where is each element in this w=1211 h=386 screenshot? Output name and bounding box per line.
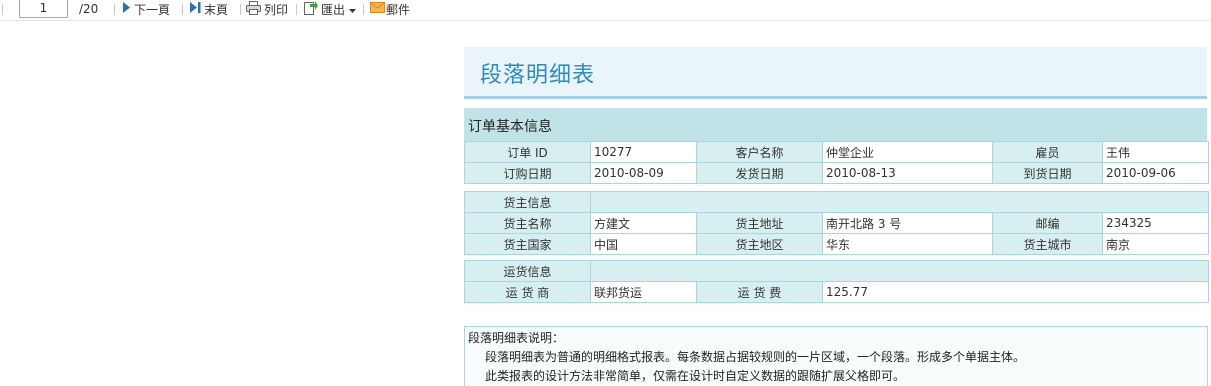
freight-fee-label: 运 货 费 (696, 281, 823, 303)
section-title: 订单基本信息 (468, 119, 552, 135)
report-header: 段落明细表 (464, 47, 1207, 99)
next-page-button[interactable]: 下一頁 (122, 0, 170, 18)
table-row: 订购日期 2010-08-09 发货日期 2010-08-13 到货日期 201… (464, 162, 1209, 184)
report-toolbar: 1 /20 下一頁 末頁 列印 匯出 郵件 (0, 0, 1211, 21)
freight-heading-filler (589, 260, 1210, 282)
page-number-input[interactable]: 1 (19, 0, 68, 18)
export-dropdown-button[interactable]: 匯出 (304, 0, 357, 18)
toolbar-separator (2, 4, 3, 15)
shipper-city-value: 南京 (1101, 233, 1210, 255)
ship-date-label: 发货日期 (696, 162, 823, 184)
last-page-button[interactable]: 末頁 (189, 0, 228, 18)
shipper-city-label: 货主城市 (992, 233, 1103, 255)
shipper-heading: 货主信息 (464, 191, 591, 213)
report-title: 段落明细表 (480, 63, 596, 88)
order-id-value: 10277 (590, 141, 697, 163)
export-label: 匯出 (321, 2, 346, 17)
shipper-info-table: 货主信息 货主名称 方建文 货主地址 南开北路 3 号 邮编 234325 货主… (464, 191, 1210, 255)
carrier-value: 联邦货运 (590, 281, 697, 303)
next-arrow-icon (122, 2, 131, 16)
table-row: 货主国家 中国 货主地区 华东 货主城市 南京 (464, 233, 1210, 255)
freight-info-table: 运货信息 运 货 商 联邦货运 运 货 费 125.77 (464, 260, 1210, 303)
freight-fee-value: 125.77 (821, 281, 1210, 303)
table-row: 运 货 商 联邦货运 运 货 费 125.77 (464, 281, 1210, 303)
carrier-label: 运 货 商 (464, 281, 591, 303)
toolbar-separator (296, 4, 297, 15)
table-row: 运货信息 (464, 260, 1210, 282)
notes-line: 此类报表的设计方法非常简单，仅需在设计时自定义数据的跟随扩展父格即可。 (485, 369, 906, 383)
last-page-label: 末頁 (204, 2, 229, 17)
mail-button[interactable]: 郵件 (370, 0, 410, 18)
toolbar-separator (363, 4, 364, 15)
next-page-label: 下一頁 (134, 2, 171, 17)
toolbar-separator (182, 4, 183, 15)
table-row: 订单 ID 10277 客户名称 仲堂企业 雇员 王伟 (464, 141, 1209, 163)
ship-date-value: 2010-08-13 (822, 162, 993, 184)
export-icon (304, 0, 318, 18)
employee-value: 王伟 (1102, 141, 1209, 163)
table-row: 货主信息 (464, 191, 1210, 213)
chevron-down-icon (349, 2, 357, 16)
arrival-date-label: 到货日期 (992, 162, 1103, 184)
shipper-region-value: 华东 (822, 233, 993, 255)
freight-heading: 运货信息 (464, 260, 591, 282)
toolbar-separator (114, 4, 115, 15)
shipper-region-label: 货主地区 (696, 233, 823, 255)
employee-label: 雇员 (992, 141, 1103, 163)
mail-label: 郵件 (386, 2, 411, 17)
printer-icon (246, 0, 261, 18)
order-date-label: 订购日期 (464, 162, 591, 184)
shipper-country-label: 货主国家 (464, 233, 591, 255)
shipper-address-label: 货主地址 (696, 212, 823, 234)
order-id-label: 订单 ID (464, 141, 591, 163)
mail-icon (370, 2, 385, 16)
customer-name-label: 客户名称 (696, 141, 823, 163)
print-label: 列印 (264, 2, 289, 17)
page-total: /20 (79, 2, 99, 16)
customer-name-value: 仲堂企业 (822, 141, 993, 163)
shipper-address-value: 南开北路 3 号 (822, 212, 993, 234)
notes-heading: 段落明细表说明： (468, 331, 565, 345)
report-notes: 段落明细表说明： 段落明细表为普通的明细格式报表。每条数据占据较规则的一片区域，… (464, 326, 1208, 386)
order-info-table: 订单 ID 10277 客户名称 仲堂企业 雇员 王伟 订购日期 2010-08… (464, 141, 1209, 184)
shipper-name-value: 方建文 (590, 212, 697, 234)
last-page-icon (189, 2, 201, 16)
shipper-country-value: 中国 (590, 233, 697, 255)
table-row: 货主名称 方建文 货主地址 南开北路 3 号 邮编 234325 (464, 212, 1210, 234)
shipper-name-label: 货主名称 (464, 212, 591, 234)
arrival-date-value: 2010-09-06 (1102, 162, 1209, 184)
toolbar-separator (240, 4, 241, 15)
order-date-value: 2010-08-09 (590, 162, 697, 184)
postcode-value: 234325 (1101, 212, 1210, 234)
postcode-label: 邮编 (992, 212, 1103, 234)
shipper-heading-filler (589, 191, 1210, 213)
order-section-header: 订单基本信息 (464, 108, 1207, 141)
print-button[interactable]: 列印 (246, 0, 288, 18)
notes-line: 段落明细表为普通的明细格式报表。每条数据占据较规则的一片区域，一个段落。形成多个… (485, 350, 1026, 364)
